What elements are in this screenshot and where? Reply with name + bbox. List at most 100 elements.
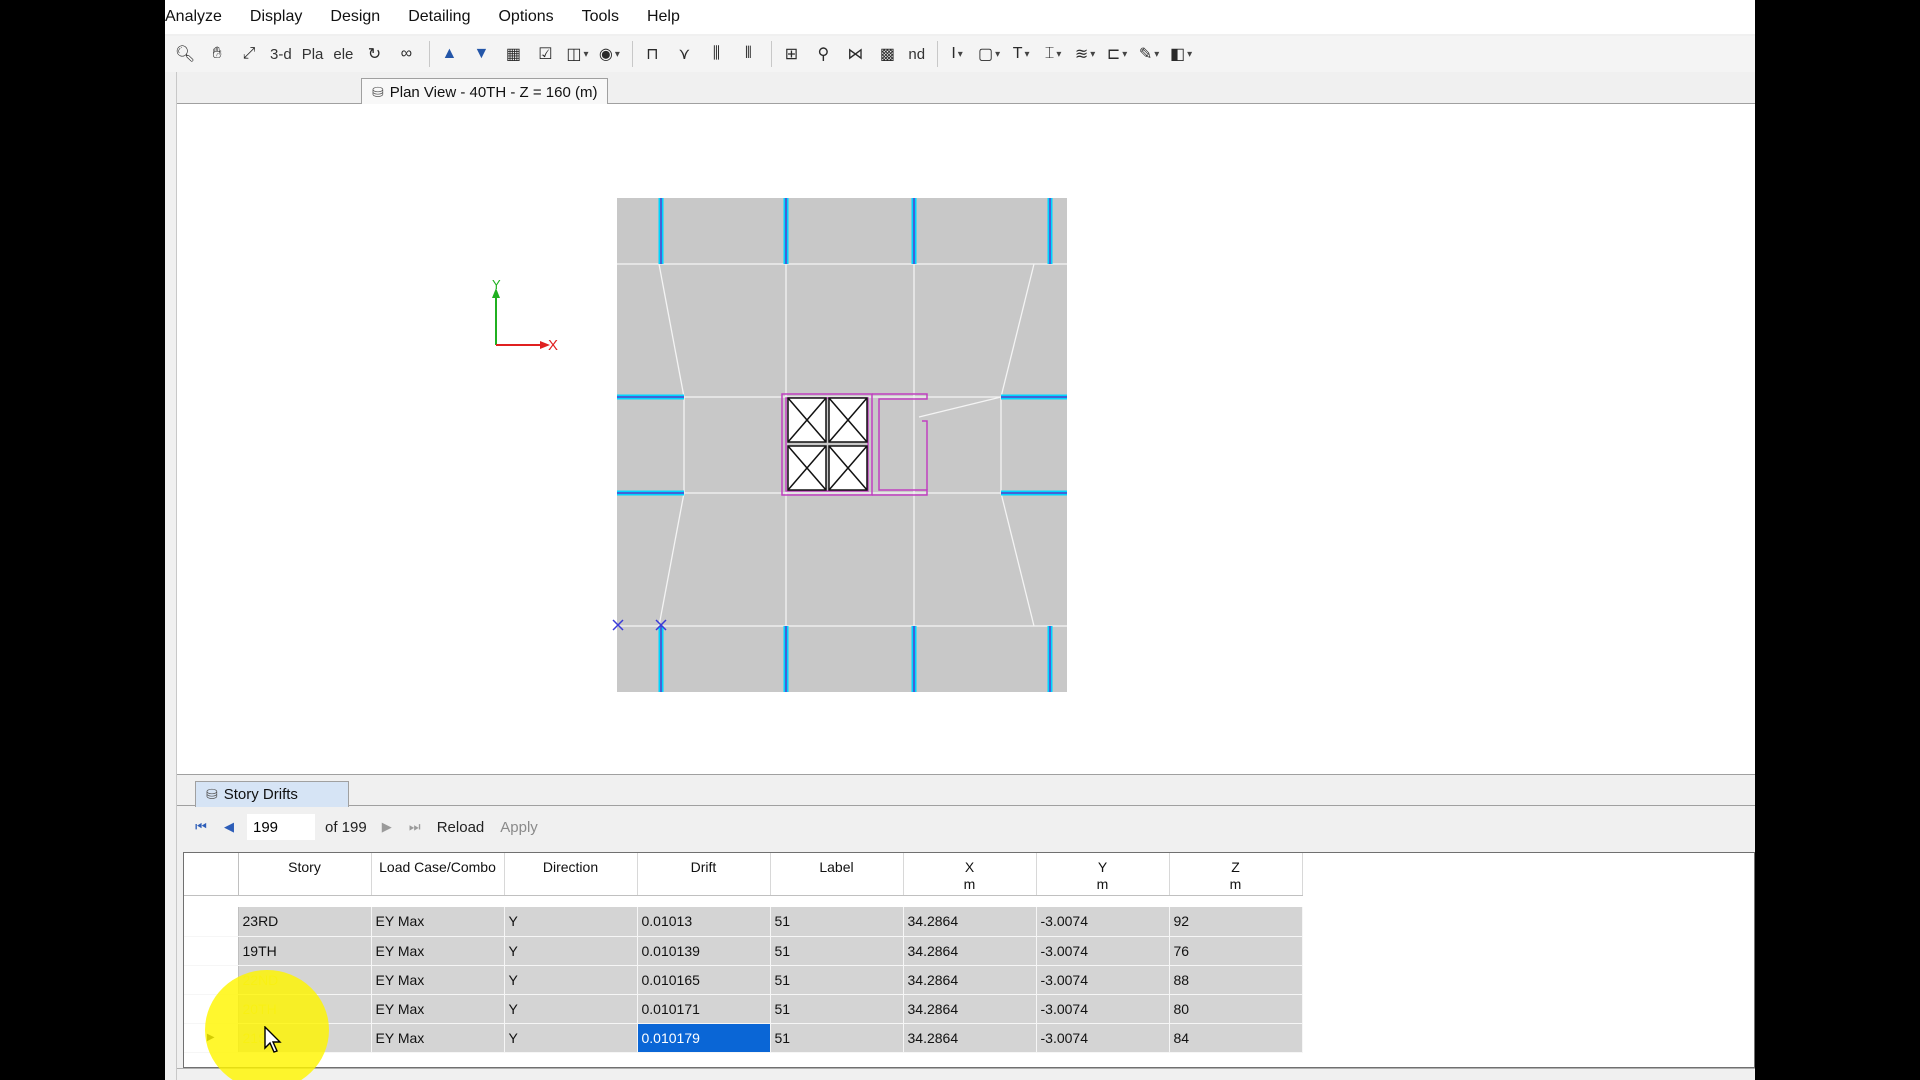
menu-design[interactable]: Design — [316, 0, 394, 34]
story-drifts-grid[interactable]: Story Load Case/Combo Direction Drift La… — [183, 852, 1755, 1068]
mesh-icon[interactable]: ▩ — [873, 39, 901, 69]
cell-z[interactable]: 80 — [1169, 994, 1303, 1024]
cell-drift[interactable]: 0.010139 — [637, 936, 771, 966]
cell-y[interactable]: -3.0074 — [1036, 936, 1170, 966]
draw-wall-icon[interactable]: ⊞ — [777, 39, 805, 69]
panel-icon[interactable]: ◧ — [1167, 39, 1195, 69]
cell-y[interactable]: -3.0074 — [1036, 1023, 1170, 1053]
nd-button[interactable]: nd — [905, 39, 928, 69]
slab-section-icon[interactable]: ▢ — [975, 39, 1003, 69]
story-drifts-tab[interactable]: ⛁ Story Drifts — [195, 781, 349, 807]
column-header-label[interactable]: Label — [770, 853, 904, 896]
apply-button[interactable]: Apply — [492, 819, 546, 836]
cell-x[interactable]: 34.2864 — [903, 965, 1037, 995]
table-row[interactable]: 20TH EY Max Y 0.010171 51 34.2864 -3.007… — [184, 994, 1303, 1024]
first-page-icon[interactable]: ⏮ — [187, 814, 215, 840]
cell-y[interactable]: -3.0074 — [1036, 965, 1170, 995]
cell-x[interactable]: 34.2864 — [903, 936, 1037, 966]
cell-y[interactable]: -3.0074 — [1036, 994, 1170, 1024]
previous-page-icon[interactable]: ◀ — [215, 814, 243, 840]
menu-tools[interactable]: Tools — [568, 0, 633, 34]
column-header-story[interactable]: Story — [238, 853, 372, 896]
set-display-options-icon[interactable]: ☑ — [531, 39, 559, 69]
cell-x[interactable]: 34.2864 — [903, 1023, 1037, 1053]
plan-view-tab[interactable]: ⛁ Plan View - 40TH - Z = 160 (m) — [361, 78, 609, 105]
row-header[interactable] — [184, 936, 239, 966]
pen-icon[interactable]: ✎ — [1135, 39, 1163, 69]
cell-drift[interactable]: 0.010171 — [637, 994, 771, 1024]
cell-label[interactable]: 51 — [770, 965, 904, 995]
cell-drift[interactable]: 0.010165 — [637, 965, 771, 995]
cell-label[interactable]: 51 — [770, 907, 904, 937]
table-row[interactable]: 22ND EY Max Y 0.010165 51 34.2864 -3.007… — [184, 965, 1303, 995]
menu-options[interactable]: Options — [484, 0, 567, 34]
assign-icon[interactable]: ◫ — [563, 39, 591, 69]
cell-z[interactable]: 84 — [1169, 1023, 1303, 1053]
reload-button[interactable]: Reload — [429, 819, 493, 836]
menu-detailing[interactable]: Detailing — [394, 0, 484, 34]
draw-link-icon[interactable]: ⋈ — [841, 39, 869, 69]
menu-help[interactable]: Help — [633, 0, 694, 34]
cell-direction[interactable]: Y — [504, 907, 638, 937]
table-row-current[interactable]: ▶ 21ST EY Max Y 0.010179 51 34.2864 -3.0… — [184, 1023, 1303, 1053]
cell-direction[interactable]: Y — [504, 994, 638, 1024]
move-up-icon[interactable]: ▲ — [435, 39, 463, 69]
cell-label[interactable]: 51 — [770, 936, 904, 966]
deck-section-icon[interactable]: ≋ — [1071, 39, 1099, 69]
column-header-x[interactable]: Xm — [903, 853, 1037, 896]
cell-direction[interactable]: Y — [504, 1023, 638, 1053]
cell-y[interactable]: -3.0074 — [1036, 907, 1170, 937]
column-header-load-case[interactable]: Load Case/Combo — [371, 853, 505, 896]
cell-z[interactable]: 76 — [1169, 936, 1303, 966]
draw-column-icon[interactable]: ⫴ — [734, 39, 762, 69]
cell-direction[interactable]: Y — [504, 936, 638, 966]
cell-z[interactable]: 92 — [1169, 907, 1303, 937]
cell-x[interactable]: 34.2864 — [903, 907, 1037, 937]
tee-section-icon[interactable]: T — [1007, 39, 1035, 69]
column-header-z[interactable]: Zm — [1169, 853, 1303, 896]
elevation-view-button[interactable]: ele — [330, 39, 356, 69]
cell-z[interactable]: 88 — [1169, 965, 1303, 995]
i-section-icon[interactable]: ⌶ — [1039, 39, 1067, 69]
cell-label[interactable]: 51 — [770, 1023, 904, 1053]
draw-support-icon[interactable]: ⚲ — [809, 39, 837, 69]
menu-display[interactable]: Display — [236, 0, 316, 34]
rubber-band-zoom-icon[interactable]: ⤢ — [235, 39, 263, 69]
cell-story[interactable]: 19TH — [238, 936, 372, 966]
page-number-input[interactable] — [247, 814, 315, 840]
cell-load-case[interactable]: EY Max — [371, 965, 505, 995]
move-down-icon[interactable]: ▼ — [467, 39, 495, 69]
pan-icon[interactable]: ✋︎ — [203, 39, 231, 69]
draw-frame-icon[interactable]: ⊓ — [638, 39, 666, 69]
draw-brace-icon[interactable]: ⋎ — [670, 39, 698, 69]
view-3d-button[interactable]: 3-d — [267, 39, 295, 69]
table-row[interactable]: 23RD EY Max Y 0.01013 51 34.2864 -3.0074… — [184, 907, 1303, 937]
object-shrink-icon[interactable]: ▦ — [499, 39, 527, 69]
cell-label[interactable]: 51 — [770, 994, 904, 1024]
rotate-icon[interactable]: ↻ — [360, 39, 388, 69]
cell-story[interactable]: 23RD — [238, 907, 372, 937]
row-header[interactable] — [184, 907, 239, 937]
extrude-icon[interactable]: ◉ — [595, 39, 623, 69]
zoom-out-icon[interactable]: 🔍︎ — [171, 39, 199, 69]
column-header-y[interactable]: Ym — [1036, 853, 1170, 896]
cell-x[interactable]: 34.2864 — [903, 994, 1037, 1024]
cell-load-case[interactable]: EY Max — [371, 936, 505, 966]
perspective-icon[interactable]: ∞ — [392, 39, 420, 69]
plan-view-canvas[interactable]: Y X — [177, 104, 1755, 774]
cell-drift-selected[interactable]: 0.010179 — [637, 1023, 771, 1053]
cell-load-case[interactable]: EY Max — [371, 994, 505, 1024]
cell-drift[interactable]: 0.01013 — [637, 907, 771, 937]
cell-load-case[interactable]: EY Max — [371, 907, 505, 937]
menu-analyze[interactable]: Analyze — [165, 0, 236, 34]
structural-plan-drawing[interactable]: Y X — [177, 104, 1755, 774]
table-row[interactable]: 19TH EY Max Y 0.010139 51 34.2864 -3.007… — [184, 936, 1303, 966]
last-page-icon[interactable]: ⏭ — [401, 814, 429, 840]
draw-beam-icon[interactable]: ⫼ — [702, 39, 730, 69]
column-header-drift[interactable]: Drift — [637, 853, 771, 896]
column-header-direction[interactable]: Direction — [504, 853, 638, 896]
next-page-icon[interactable]: ▶ — [373, 814, 401, 840]
cell-direction[interactable]: Y — [504, 965, 638, 995]
cell-load-case[interactable]: EY Max — [371, 1023, 505, 1053]
plan-view-button[interactable]: Pla — [299, 39, 327, 69]
